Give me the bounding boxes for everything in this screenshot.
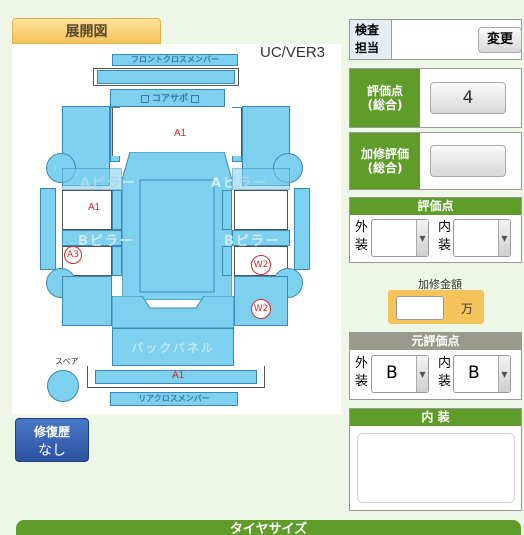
trunk-lid[interactable] (112, 296, 234, 328)
version-label: UC/VER3 (260, 44, 326, 61)
inspector-label-1: 検査 (355, 23, 380, 37)
right-front-door[interactable] (234, 190, 288, 230)
back-panel[interactable]: バックパネル (112, 328, 234, 366)
original-interior-label-1: 内 (438, 356, 452, 371)
mark-a1-door: A1 (88, 202, 101, 213)
repair-history-button[interactable]: 修復歴 なし (15, 418, 89, 462)
tire-size-header[interactable]: タイヤサイズ (16, 520, 521, 535)
left-side-sill[interactable] (40, 188, 56, 270)
a-pillar-left[interactable] (62, 168, 122, 190)
rear-cross-member[interactable]: リアクロスメンバー (110, 392, 238, 406)
original-interior-select[interactable]: B ▼ (453, 355, 511, 393)
right-a-pillar-strip (222, 190, 232, 230)
chevron-down-icon: ▼ (498, 220, 510, 256)
left-a-pillar-strip (112, 190, 122, 230)
original-interior-label: 内 装 (438, 355, 451, 391)
original-score-title: 元評価点 (350, 333, 521, 350)
original-exterior-value: B (386, 363, 398, 383)
mark-a1-hood: A1 (174, 128, 187, 139)
change-button[interactable]: 変更 (478, 27, 522, 53)
left-rear-quarter[interactable] (62, 276, 112, 326)
original-interior-label-2: 装 (438, 374, 452, 389)
score-exterior-select[interactable]: ▼ (371, 219, 429, 257)
chevron-down-icon: ▼ (416, 356, 428, 392)
mark-w2-lower: W2 (251, 299, 271, 319)
spare-label: スペア (55, 357, 79, 366)
repair-score-button[interactable] (430, 145, 506, 177)
left-rear-strip (112, 246, 122, 276)
interior-notes-title: 内 装 (350, 409, 521, 426)
spare-tire[interactable] (47, 370, 79, 402)
a-pillar-right[interactable] (232, 168, 290, 190)
repair-score-label-1: 加修評価 (360, 146, 409, 161)
front-cross-member-label: フロントクロスメンバー (112, 54, 238, 66)
original-exterior-label: 外 装 (355, 355, 368, 391)
repair-amount-input[interactable] (396, 296, 444, 320)
core-support-text: コアサポ (151, 94, 188, 104)
score-interior-label-1: 内 (438, 220, 452, 235)
overall-score-label-1: 評価点 (366, 83, 403, 98)
repair-amount-unit: 万 (461, 302, 474, 316)
repair-score-label: 加修評価 (総合) (350, 133, 420, 189)
chevron-down-icon: ▼ (498, 356, 510, 392)
repair-history-value: なし (38, 443, 66, 459)
score-title: 評価点 (350, 198, 521, 215)
score-interior-label-2: 装 (438, 238, 452, 253)
interior-notes-textarea[interactable] (357, 433, 515, 503)
chevron-down-icon: ▼ (416, 220, 428, 256)
left-front-door[interactable] (62, 190, 112, 230)
original-exterior-select[interactable]: B ▼ (371, 355, 429, 393)
tab-diagram[interactable]: 展開図 (12, 18, 161, 44)
original-exterior-label-2: 装 (355, 374, 369, 389)
right-rear-strip (222, 246, 232, 276)
score-exterior-label: 外 装 (355, 219, 368, 255)
overall-score-button[interactable]: 4 (430, 82, 506, 114)
repair-score-label-2: (総合) (367, 161, 403, 175)
score-interior-label: 内 装 (438, 219, 451, 255)
mark-a1-rear: A1 (172, 370, 185, 381)
front-cross-bar (97, 70, 235, 84)
original-exterior-label-1: 外 (355, 356, 369, 371)
inspector-label-2: 担当 (355, 41, 380, 55)
core-support-label: コアサポ (120, 93, 220, 105)
original-interior-value: B (468, 363, 480, 383)
mark-a3: A3 (64, 246, 82, 264)
score-interior-select[interactable]: ▼ (453, 219, 511, 257)
mark-w2-upper: W2 (251, 255, 271, 275)
inspector-label: 検査 担当 (350, 20, 392, 59)
right-side-sill[interactable] (294, 188, 310, 270)
overall-score-label-2: (総合) (367, 98, 403, 112)
overall-score-label: 評価点 (総合) (350, 69, 420, 127)
score-exterior-label-2: 装 (355, 238, 369, 253)
repair-history-label: 修復歴 (33, 425, 70, 439)
score-exterior-label-1: 外 (355, 220, 369, 235)
